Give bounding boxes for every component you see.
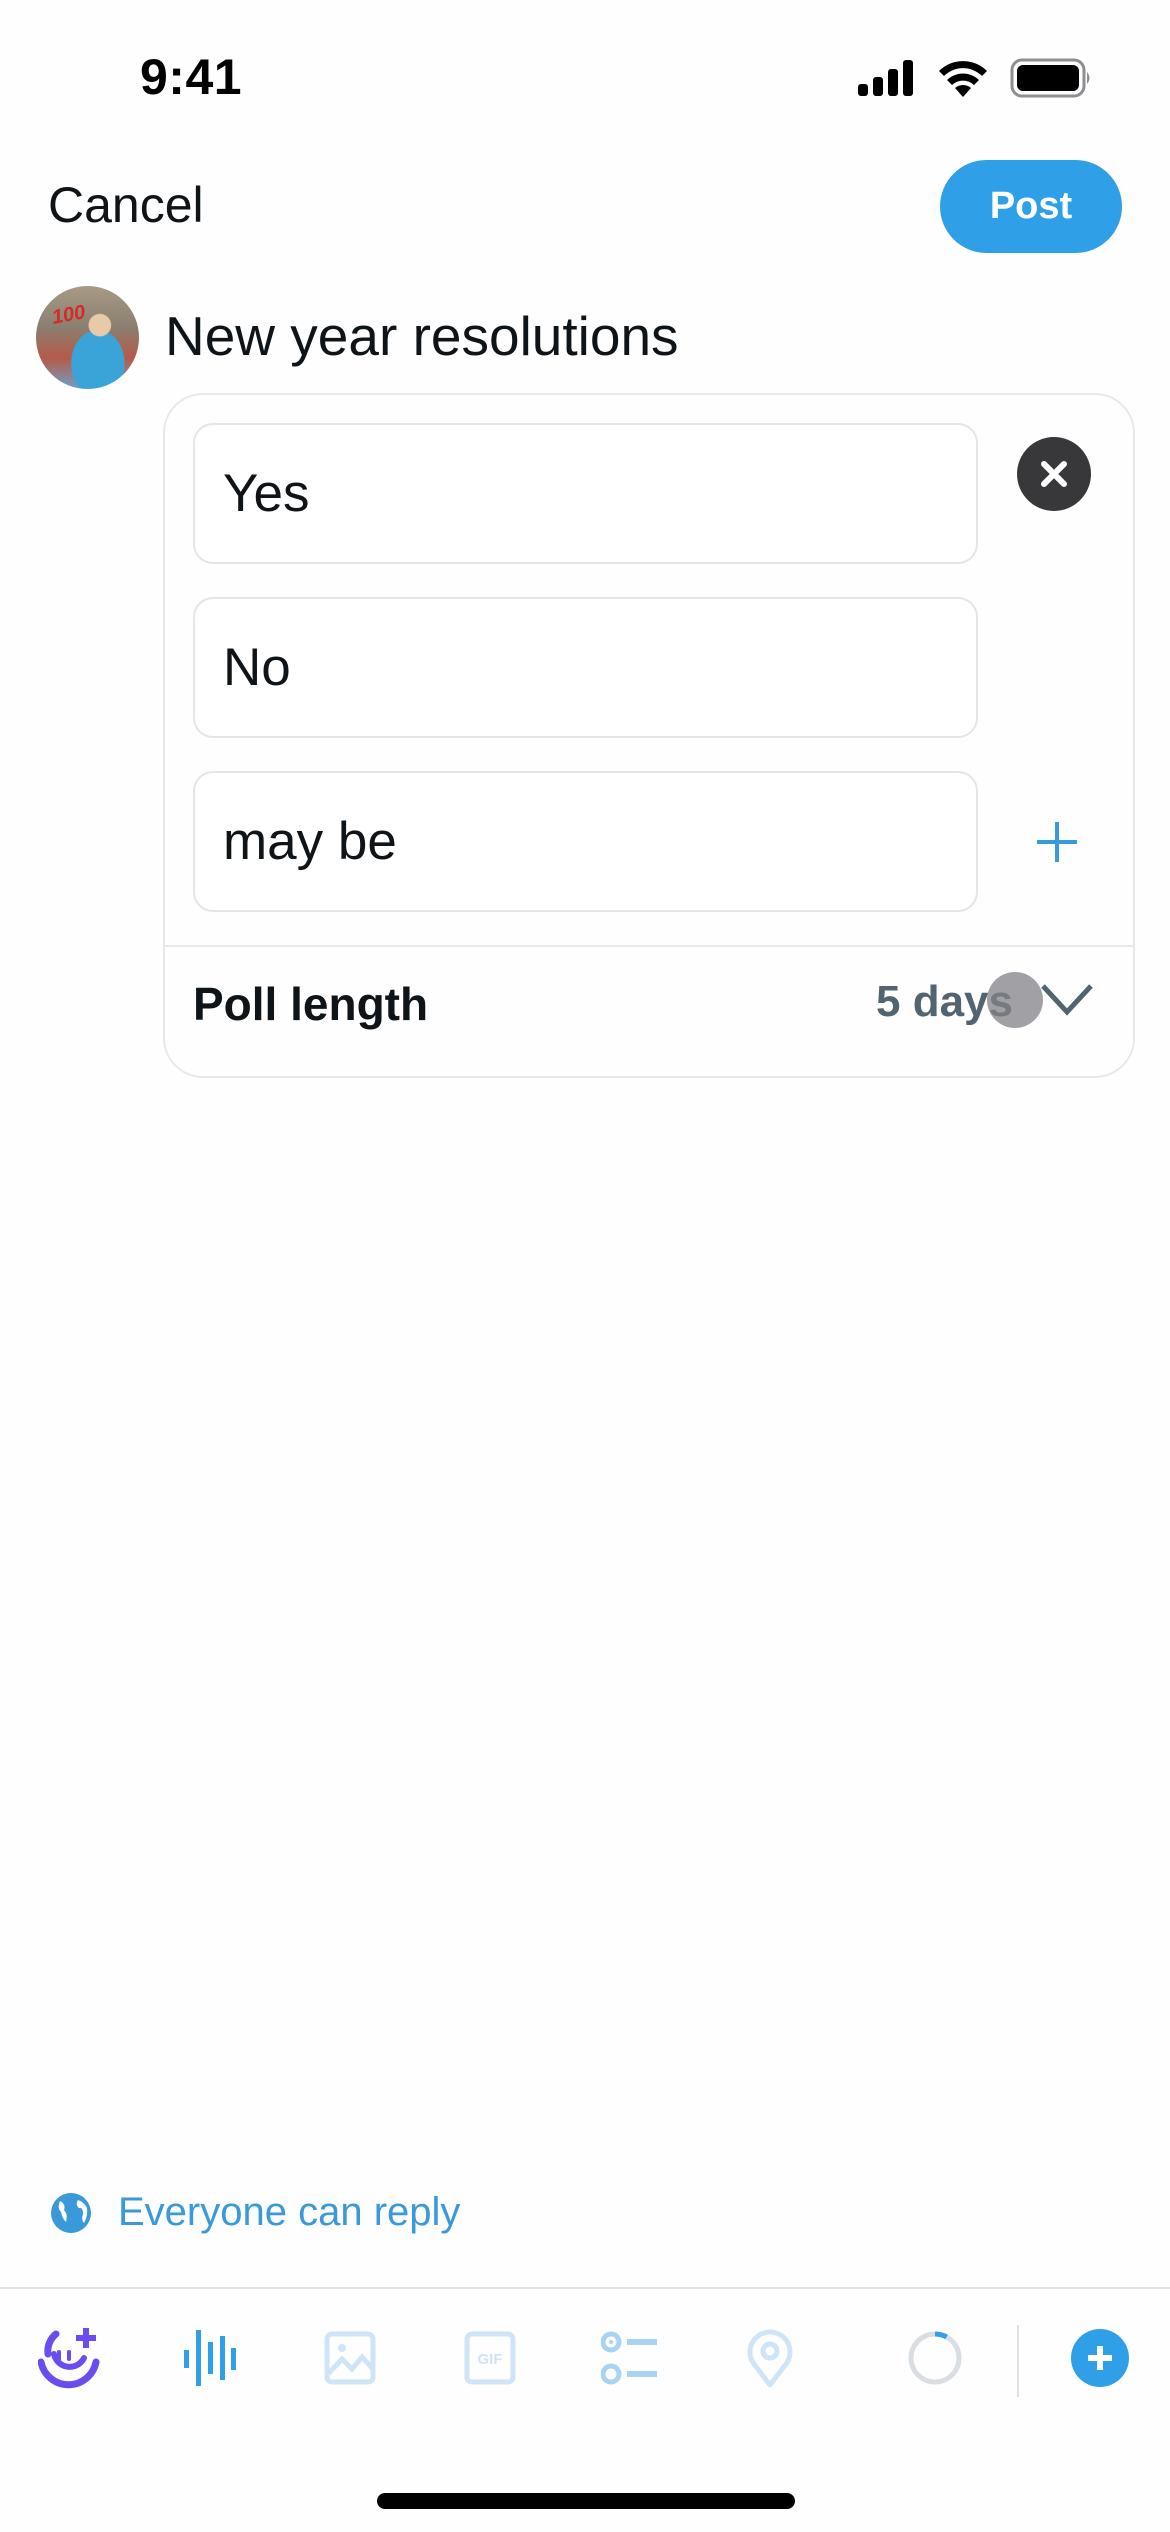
- toolbar-divider: [0, 2287, 1170, 2289]
- poll-choice-1-value: Yes: [223, 464, 310, 523]
- grok-button[interactable]: [30, 2318, 110, 2398]
- poll-choice-3-input[interactable]: may be: [193, 771, 978, 912]
- poll-choice-3-value: may be: [223, 812, 397, 871]
- post-button[interactable]: Post: [940, 160, 1122, 253]
- avatar-badge: 100: [50, 301, 87, 329]
- home-indicator[interactable]: [377, 2493, 795, 2509]
- image-icon: [324, 2331, 376, 2385]
- reply-setting-button[interactable]: Everyone can reply: [50, 2190, 460, 2235]
- toolbar-separator: [1017, 2325, 1019, 2397]
- grok-add-icon: [38, 2328, 100, 2389]
- poll-choice-2-input[interactable]: No: [193, 597, 978, 738]
- chevron-down-icon[interactable]: [1039, 980, 1095, 1020]
- poll-button[interactable]: [590, 2318, 670, 2398]
- reply-setting-label: Everyone can reply: [118, 2190, 461, 2234]
- post-text-input[interactable]: New year resolutions: [165, 304, 679, 368]
- add-choice-button[interactable]: [1025, 810, 1089, 874]
- poll-length-label: Poll length: [193, 978, 429, 1030]
- gif-button[interactable]: GIF: [450, 2318, 530, 2398]
- add-thread-icon: [1071, 2329, 1129, 2387]
- touch-indicator: [987, 972, 1043, 1028]
- status-time: 9:41: [140, 49, 243, 105]
- poll-card: Yes No may be Poll length 5 days: [163, 393, 1135, 1078]
- character-counter-ring: [908, 2331, 962, 2385]
- voice-waveform-icon: [184, 2330, 236, 2386]
- gif-icon: GIF: [464, 2331, 516, 2385]
- location-icon: [747, 2329, 793, 2388]
- remove-poll-button[interactable]: [1017, 437, 1091, 511]
- character-counter: [895, 2318, 975, 2398]
- globe-icon: [51, 2192, 91, 2233]
- voice-button[interactable]: [170, 2318, 250, 2398]
- plus-icon: [1037, 822, 1077, 862]
- add-post-button[interactable]: [1060, 2318, 1140, 2398]
- close-icon: [1041, 461, 1067, 487]
- status-icons: [858, 58, 1092, 98]
- battery-icon: [1010, 58, 1090, 98]
- location-button[interactable]: [730, 2318, 810, 2398]
- poll-divider: [165, 945, 1133, 947]
- image-button[interactable]: [310, 2318, 390, 2398]
- poll-choice-2-value: No: [223, 638, 291, 697]
- avatar[interactable]: 100: [36, 286, 139, 389]
- cellular-signal-icon: [858, 60, 913, 96]
- wifi-icon: [939, 61, 987, 97]
- gif-label: GIF: [478, 2351, 503, 2368]
- poll-icon: [601, 2331, 657, 2385]
- poll-choice-1-input[interactable]: Yes: [193, 423, 978, 564]
- cancel-button[interactable]: Cancel: [48, 176, 204, 234]
